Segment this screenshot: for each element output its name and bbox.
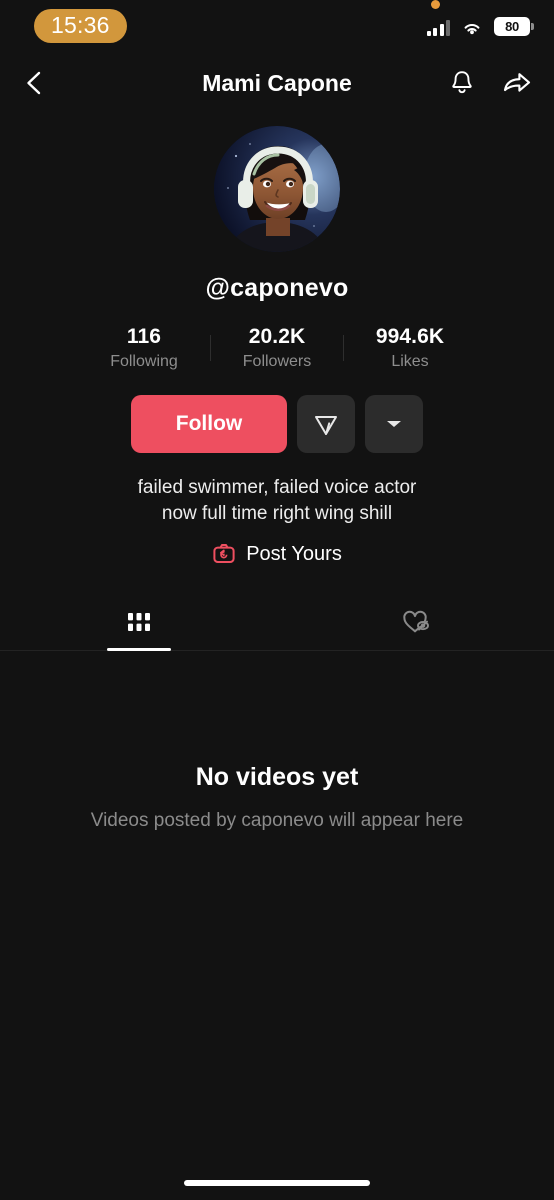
action-buttons: Follow [131, 395, 423, 453]
following-count: 116 [126, 325, 162, 348]
empty-state-title: No videos yet [195, 763, 359, 792]
stats-row: 116 Following 20.2K Followers 994.6K Lik… [100, 325, 454, 371]
avatar-photo [214, 126, 340, 252]
stat-followers[interactable]: 20.2K Followers [233, 325, 321, 371]
bio-line-1: failed swimmer, failed voice actor [137, 477, 417, 498]
tiktok-profile-screen: 15:36 80 Mami Capone @caponevo 116 Follo… [0, 0, 554, 1200]
post-yours-button[interactable]: Post Yours [212, 542, 342, 566]
profile-section: @caponevo 116 Following 20.2K Followers … [0, 114, 554, 652]
wifi-icon [464, 23, 480, 34]
empty-state-subtitle: Videos posted by caponevo will appear he… [90, 810, 464, 832]
bio-text: failed swimmer, failed voice actor now f… [138, 475, 417, 526]
back-button[interactable] [22, 70, 48, 96]
notifications-button[interactable] [448, 69, 476, 97]
battery-percent: 80 [505, 18, 519, 34]
status-time: 15:36 [34, 9, 127, 43]
tab-videos-grid[interactable] [0, 594, 277, 652]
status-icons: 80 [426, 0, 534, 36]
status-bar: 15:36 80 [0, 0, 554, 52]
home-indicator-bar[interactable] [184, 1180, 370, 1186]
post-yours-label: Post Yours [246, 542, 342, 565]
cellular-signal-icon [426, 19, 450, 36]
battery-icon: 80 [494, 16, 534, 36]
heart-hidden-icon [402, 611, 429, 633]
share-arrow-icon [503, 73, 531, 92]
page-header: Mami Capone [0, 52, 554, 114]
more-options-button[interactable] [365, 395, 423, 453]
avatar[interactable] [214, 126, 340, 252]
stat-divider [210, 335, 211, 361]
message-button[interactable] [297, 395, 355, 453]
recording-indicator-dot-icon [430, 0, 440, 9]
grid-icon [127, 613, 150, 632]
active-tab-indicator [106, 648, 171, 652]
profile-tabs [0, 594, 554, 652]
bio-line-2: now full time right wing shill [161, 502, 393, 524]
likes-count: 994.6K [375, 325, 445, 348]
bell-icon [452, 71, 472, 94]
stat-following[interactable]: 116 Following [100, 325, 188, 371]
stat-likes[interactable]: 994.6K Likes [366, 325, 454, 371]
back-chevron-icon [27, 71, 41, 95]
likes-label: Likes [391, 353, 429, 370]
send-message-icon [315, 416, 337, 435]
followers-count: 20.2K [248, 325, 306, 348]
camera-icon [213, 544, 235, 564]
empty-state: No videos yet Videos posted by caponevo … [0, 763, 554, 832]
follow-button[interactable]: Follow [131, 395, 287, 453]
chevron-down-icon [387, 421, 401, 427]
share-button[interactable] [502, 69, 532, 97]
followers-label: Followers [242, 353, 312, 370]
username: @caponevo [205, 274, 349, 302]
stat-divider [343, 335, 344, 361]
following-label: Following [110, 353, 178, 370]
tab-liked-private[interactable] [277, 594, 554, 650]
